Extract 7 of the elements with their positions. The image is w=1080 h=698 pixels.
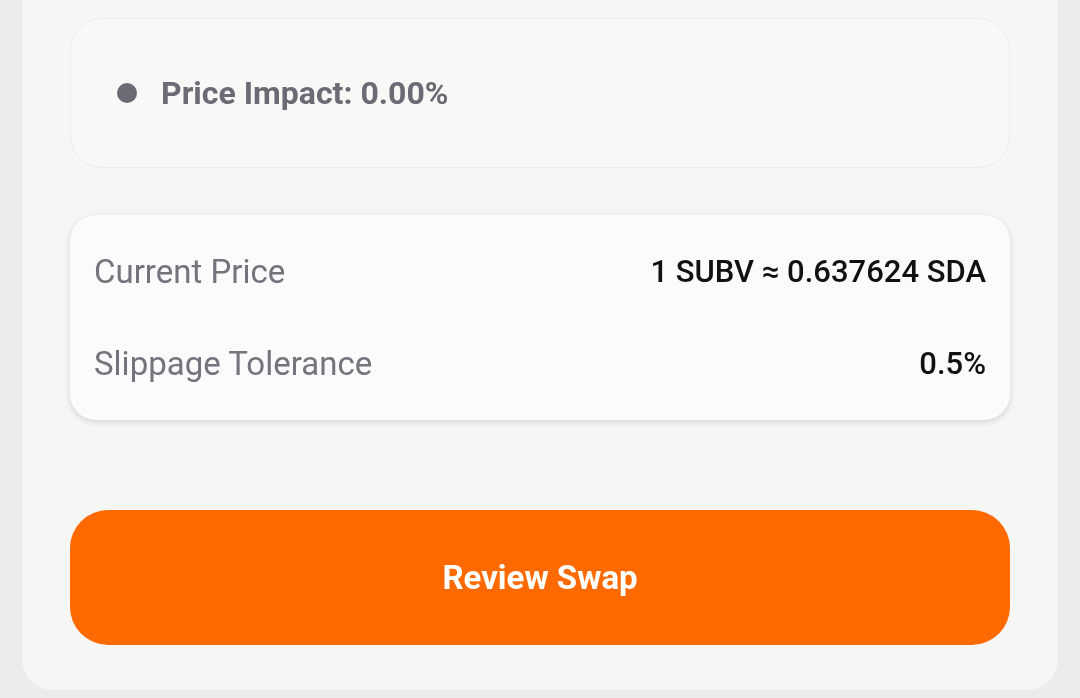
detail-label: Slippage Tolerance	[94, 344, 373, 384]
detail-value: 0.5%	[919, 345, 986, 383]
detail-label: Current Price	[94, 251, 286, 291]
detail-value: 1 SUBV ≈ 0.637624 SDA	[650, 252, 986, 290]
bullet-icon	[117, 83, 137, 103]
price-impact-text: Price Impact: 0.00%	[161, 74, 449, 112]
review-swap-button[interactable]: Review Swap	[70, 510, 1010, 645]
